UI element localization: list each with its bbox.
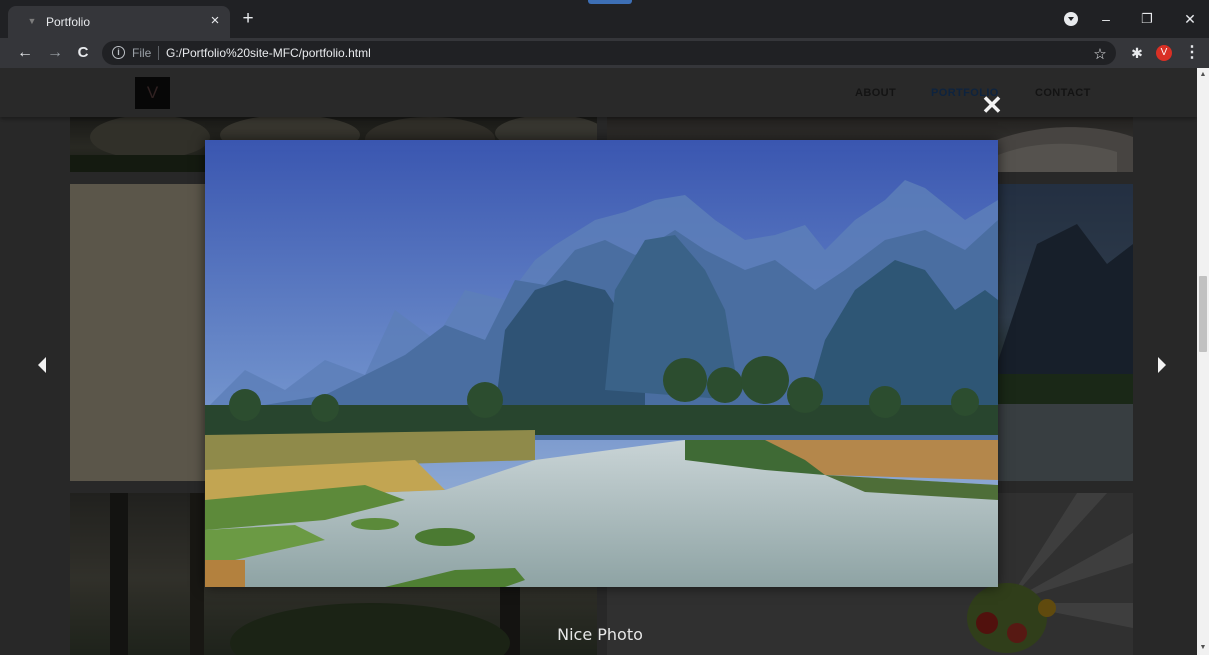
arrow-right-icon[interactable] (1153, 354, 1171, 376)
page-scrollbar[interactable]: ▲ ▼ (1197, 68, 1209, 655)
minimize-icon[interactable]: – (1094, 8, 1118, 30)
browser-tab-bar: ▼ Portfolio × + – ❐ ✕ (0, 0, 1209, 38)
back-icon[interactable]: ← (14, 42, 36, 64)
scroll-down-icon[interactable]: ▼ (1199, 644, 1207, 652)
logo-icon: V (146, 83, 159, 102)
new-tab-icon[interactable]: + (238, 9, 258, 29)
window-close-icon[interactable]: ✕ (1178, 8, 1202, 30)
nav-about[interactable]: ABOUT (855, 87, 896, 100)
url-scheme-label: File (132, 46, 152, 60)
tab-title: Portfolio (46, 15, 91, 29)
nav-contact[interactable]: CONTACT (1035, 87, 1091, 100)
url-separator (158, 46, 159, 60)
url-text[interactable]: G:/Portfolio%20site-MFC/portfolio.html (166, 46, 371, 60)
tab-search-icon[interactable] (1064, 12, 1078, 26)
info-icon[interactable]: i (112, 46, 125, 59)
lightbox-caption: Nice Photo (557, 625, 643, 644)
profile-avatar[interactable]: V (1156, 45, 1172, 61)
tab-strip-indicator (588, 0, 632, 4)
scrollbar-thumb[interactable] (1199, 276, 1207, 352)
lightbox-image (205, 140, 998, 587)
extensions-puzzle-icon[interactable]: ✱ (1128, 44, 1146, 62)
restore-icon[interactable]: ❐ (1135, 8, 1159, 30)
reload-icon[interactable]: C (72, 42, 94, 64)
browser-tab[interactable]: ▼ Portfolio × (8, 6, 230, 38)
arrow-left-icon[interactable] (33, 354, 51, 376)
forward-icon[interactable]: → (44, 42, 66, 64)
kebab-menu-icon[interactable]: ⋮ (1184, 42, 1200, 64)
tab-close-icon[interactable]: × (206, 12, 224, 30)
favicon-icon: ▼ (27, 16, 37, 26)
river-mountains-photo (205, 140, 998, 587)
close-icon[interactable]: ✕ (979, 92, 1005, 118)
site-header: V ABOUT PORTFOLIO CONTACT (0, 68, 1197, 117)
site-logo[interactable]: V (135, 77, 170, 109)
scroll-up-icon[interactable]: ▲ (1199, 71, 1207, 79)
browser-toolbar: ← → C i File G:/Portfolio%20site-MFC/por… (0, 38, 1209, 68)
address-bar[interactable]: i File G:/Portfolio%20site-MFC/portfolio… (102, 41, 1116, 65)
bookmark-star-icon[interactable]: ☆ (1090, 45, 1110, 65)
